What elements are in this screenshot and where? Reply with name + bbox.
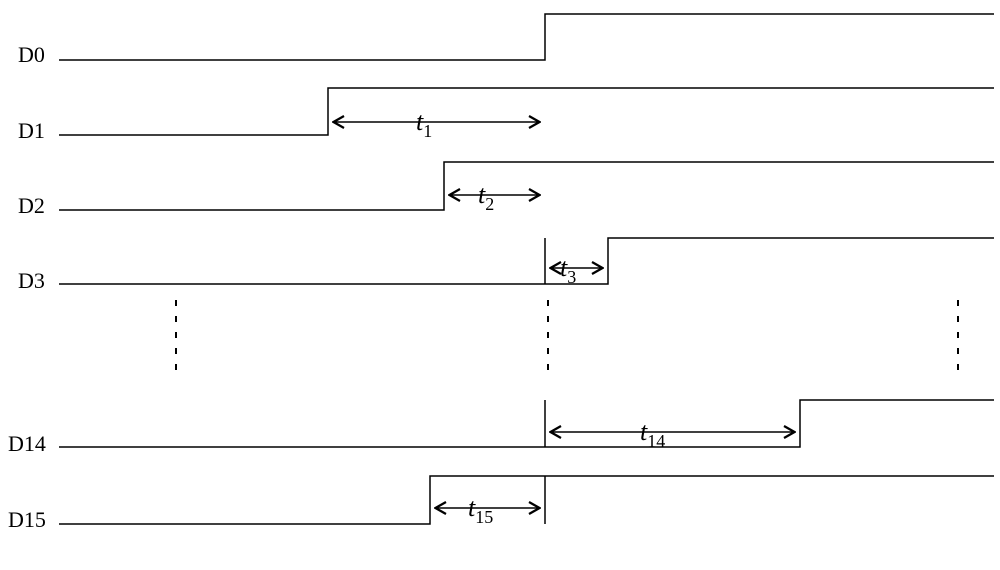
waveform-d3 — [59, 238, 994, 284]
signal-label-d1: D1 — [18, 118, 45, 143]
signal-label-d14: D14 — [8, 431, 46, 456]
measure-label-t14: t14 — [640, 417, 665, 451]
waveform-d14 — [59, 400, 994, 447]
signal-label-d0: D0 — [18, 42, 45, 67]
measure-label-t2: t2 — [478, 180, 494, 214]
signal-label-d2: D2 — [18, 193, 45, 218]
waveform-d0 — [59, 14, 994, 60]
measure-label-t15: t15 — [468, 493, 493, 527]
measure-label-t3: t3 — [560, 253, 576, 287]
waveform-d1 — [59, 88, 994, 135]
signal-label-d3: D3 — [18, 268, 45, 293]
waveform-d2 — [59, 162, 994, 210]
waveform-d15 — [59, 476, 994, 524]
measure-label-t1: t1 — [416, 107, 432, 141]
signal-label-d15: D15 — [8, 507, 46, 532]
